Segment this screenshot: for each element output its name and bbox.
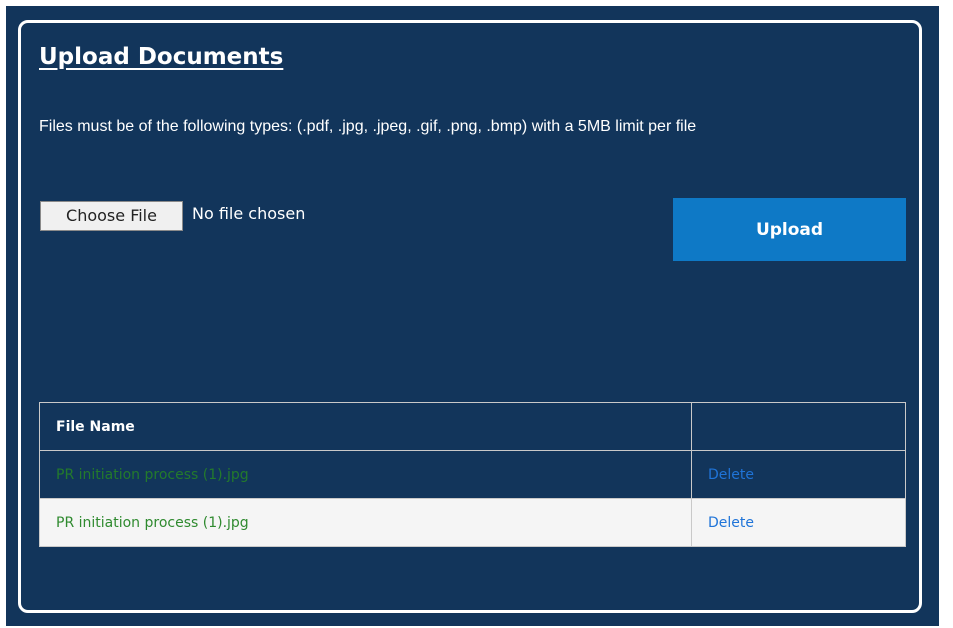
file-name-column-header: File Name [39,402,692,451]
file-name-cell: PR initiation process (1).jpg [39,450,692,499]
file-status-text: No file chosen [192,204,306,223]
delete-link[interactable]: Delete [708,515,754,531]
upload-documents-panel: Upload Documents Files must be of the fo… [18,20,922,613]
table-row: PR initiation process (1).jpg Delete [39,498,906,547]
action-cell: Delete [691,450,906,499]
section-title: Upload Documents [39,44,284,70]
upload-button[interactable]: Upload [673,198,906,261]
page-background: Upload Documents Files must be of the fo… [6,6,939,626]
delete-link[interactable]: Delete [708,467,754,483]
table-row: PR initiation process (1).jpg Delete [39,450,906,499]
file-name-cell: PR initiation process (1).jpg [39,498,692,547]
file-types-description: Files must be of the following types: (.… [39,118,697,135]
choose-file-button[interactable]: Choose File [40,201,183,231]
actions-column-header [691,402,906,451]
uploaded-files-table: File Name PR initiation process (1).jpg … [39,402,906,547]
table-header-row: File Name [39,402,906,451]
action-cell: Delete [691,498,906,547]
